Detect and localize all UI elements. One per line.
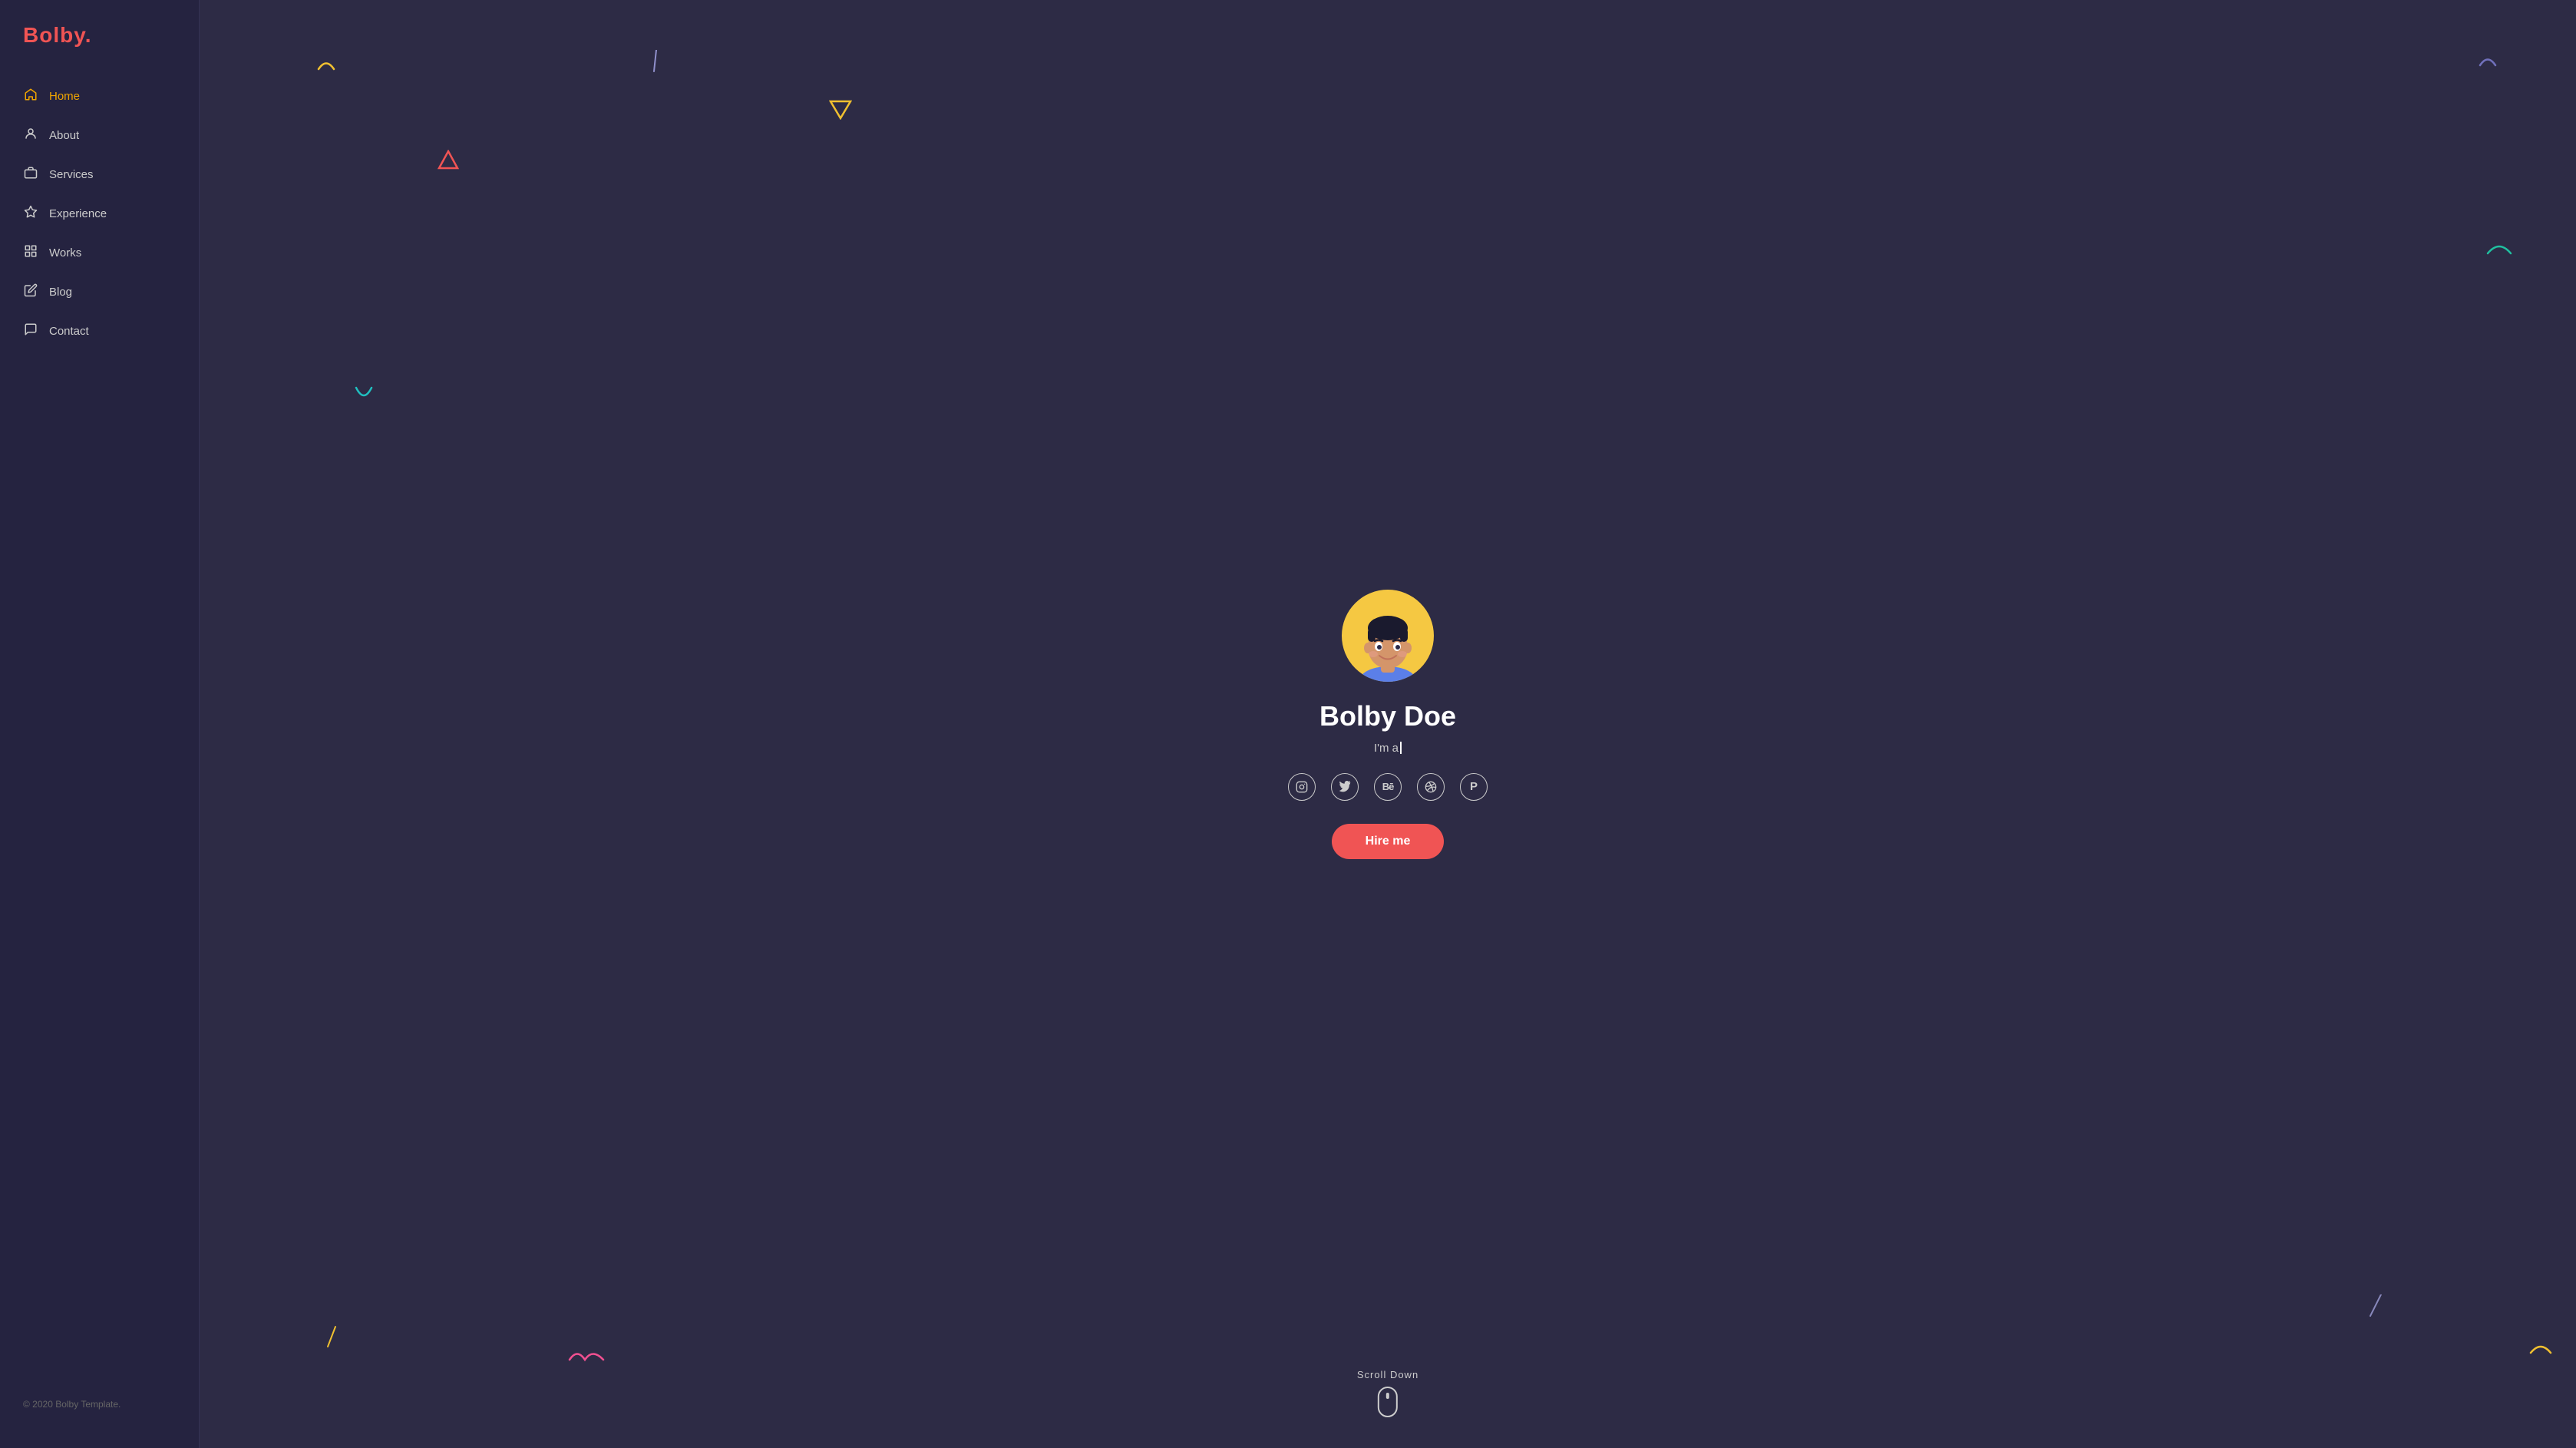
logo-text: Bolby [23,23,85,47]
deco-line-2 [2369,1294,2384,1317]
sidebar-item-experience[interactable]: Experience [8,196,191,232]
hero-section: Bolby Doe I'm a Bē [1288,590,1488,859]
instagram-icon[interactable] [1288,773,1316,801]
scroll-down[interactable]: Scroll Down [1357,1369,1418,1417]
sidebar-item-home[interactable]: Home [8,78,191,114]
behance-icon[interactable]: Bē [1374,773,1402,801]
social-icons: Bē P [1288,773,1488,801]
home-icon [23,88,38,105]
deco-arc-1 [315,54,338,77]
main-content: Bolby Doe I'm a Bē [200,0,2576,1448]
blog-icon [23,283,38,301]
deco-arc-2 [2476,50,2499,73]
twitter-icon[interactable] [1331,773,1359,801]
scroll-down-label: Scroll Down [1357,1369,1418,1380]
sidebar: Bolby. Home About [0,0,200,1448]
avatar [1342,590,1434,682]
avatar-illustration [1346,605,1430,682]
hero-name: Bolby Doe [1319,700,1456,732]
logo: Bolby. [0,23,199,78]
subtitle-prefix: I'm a [1374,742,1399,755]
deco-arc-pink [568,1344,606,1367]
contact-label: Contact [49,325,89,338]
works-icon [23,244,38,262]
deco-arc-bottom-right [2528,1339,2553,1356]
deco-arc-teal [2484,238,2515,257]
services-icon [23,166,38,183]
sidebar-footer: © 2020 Bolby Template. [0,1384,199,1425]
deco-triangle-red [438,150,459,170]
navigation: Home About Services [0,78,199,1384]
deco-arc-cyan [353,384,375,405]
pinterest-icon[interactable]: P [1460,773,1488,801]
works-label: Works [49,246,81,260]
dribbble-icon[interactable] [1417,773,1445,801]
deco-line-yellow [326,1325,338,1348]
hire-me-button[interactable]: Hire me [1332,824,1445,859]
hero-subtitle: I'm a [1374,742,1402,755]
sidebar-item-blog[interactable]: Blog [8,274,191,310]
sidebar-item-services[interactable]: Services [8,157,191,193]
about-label: About [49,129,79,142]
experience-icon [23,205,38,223]
services-label: Services [49,168,94,181]
blog-label: Blog [49,286,72,299]
about-icon [23,127,38,144]
experience-label: Experience [49,207,107,220]
scroll-dot [1386,1393,1389,1399]
typing-cursor [1400,742,1402,754]
logo-dot: . [85,23,92,47]
copyright-text: © 2020 Bolby Template. [23,1399,121,1410]
sidebar-item-contact[interactable]: Contact [8,313,191,349]
sidebar-item-works[interactable]: Works [8,235,191,271]
sidebar-item-about[interactable]: About [8,117,191,154]
contact-icon [23,322,38,340]
scroll-down-icon [1378,1387,1398,1417]
home-label: Home [49,90,80,103]
deco-triangle-down [829,100,852,120]
deco-line-1 [652,50,660,73]
